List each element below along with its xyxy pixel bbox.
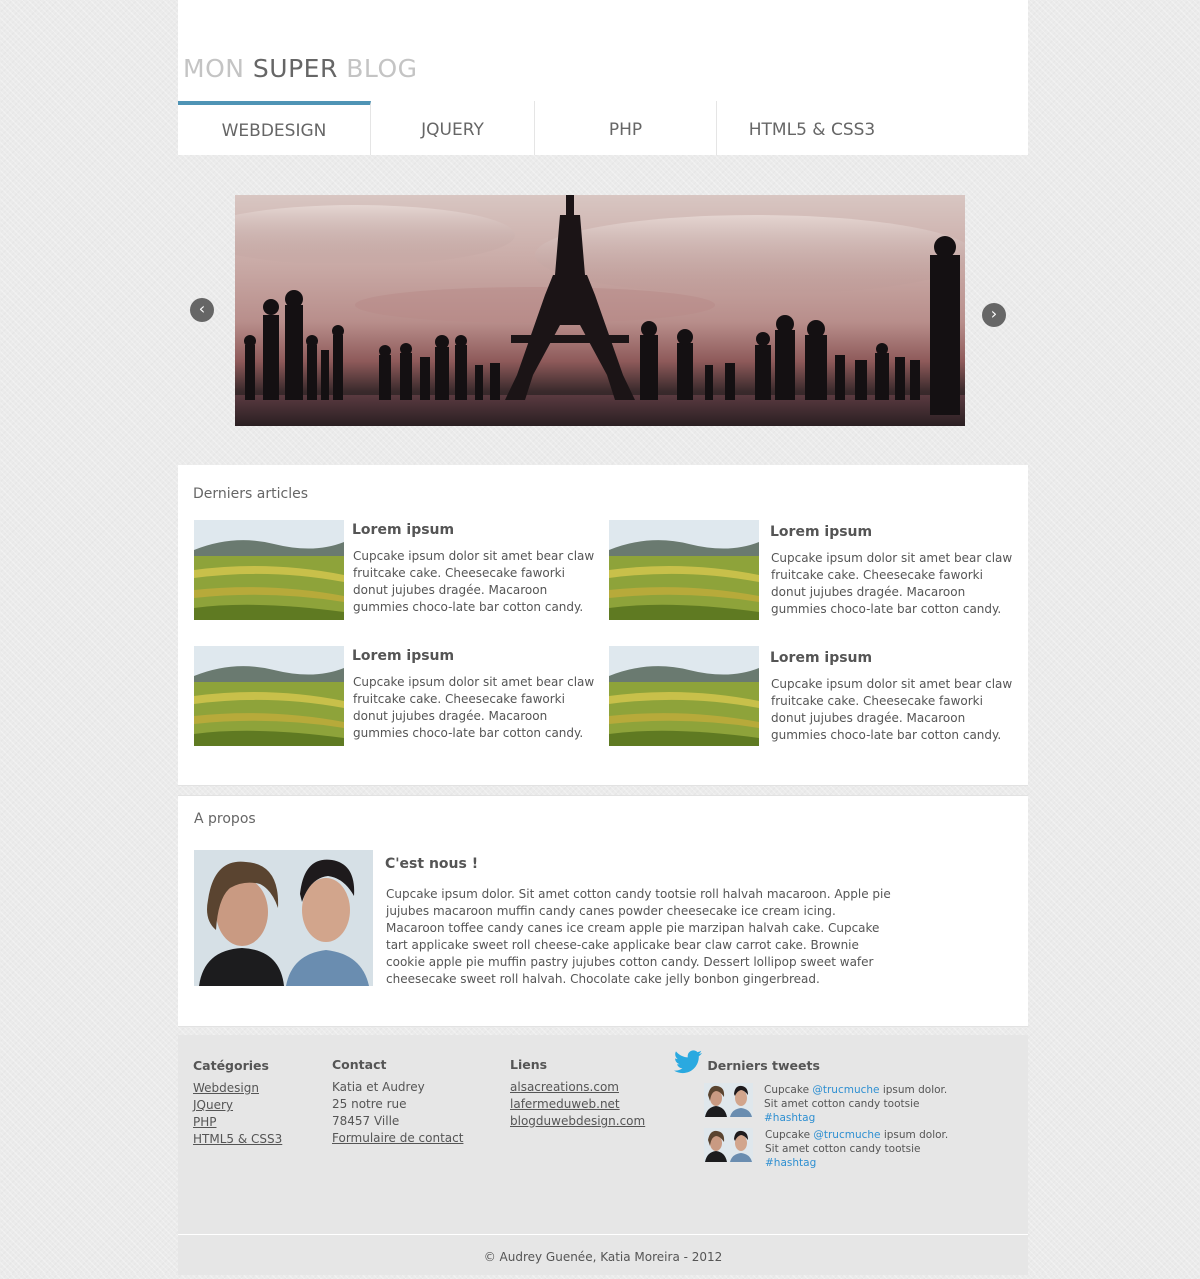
tweet-text-start: Cupcake [764,1084,813,1096]
article-excerpt: Cupcake ipsum dolor sit amet bear claw f… [353,549,595,614]
contact-city: 78457 Ville [332,1114,400,1128]
footer-link-alsacreations[interactable]: alsacreations.com [510,1079,645,1096]
slider-next-button[interactable]: › [982,303,1006,327]
twitter-bird-icon [673,1050,702,1074]
latest-articles-title: Derniers articles [193,486,308,502]
footer-categories-title: Catégories [193,1058,269,1073]
article-excerpt: Cupcake ipsum dolor sit amet bear claw f… [771,551,1013,616]
article-thumbnail[interactable] [194,520,344,620]
tweet-mention-link[interactable]: @trucmuche [813,1129,880,1141]
about-title: A propos [194,811,256,827]
article-card[interactable]: Lorem ipsum Cupcake ipsum dolor sit amet… [609,646,1019,746]
tweet-hashtag-link[interactable]: #hashtag [764,1112,815,1124]
footer-contact-title: Contact [332,1057,387,1072]
copyright: © Audrey Guenée, Katia Moreira - 2012 [178,1234,1028,1275]
tweet-text-start: Cupcake [765,1129,814,1141]
article-title[interactable]: Lorem ipsum [352,648,454,664]
article-excerpt: Cupcake ipsum dolor sit amet bear claw f… [353,675,595,740]
tweet-mention-link[interactable]: @trucmuche [812,1084,879,1096]
footer-link-jquery[interactable]: JQuery [193,1097,282,1114]
nav-item-jquery[interactable]: JQUERY [371,101,535,155]
article-thumbnail[interactable] [194,646,344,746]
footer-links: Liens alsacreations.com lafermeduweb.net… [510,1056,645,1130]
article-thumbnail[interactable] [609,646,759,746]
article-title[interactable]: Lorem ipsum [352,522,454,538]
site-footer: Catégories Webdesign JQuery PHP HTML5 & … [178,1035,1028,1235]
article-card[interactable]: Lorem ipsum Cupcake ipsum dolor sit amet… [194,520,604,620]
footer-contact: Contact Katia et Audrey 25 notre rue 784… [332,1056,463,1147]
logo-part-super: SUPER [252,54,338,83]
article-excerpt: Cupcake ipsum dolor sit amet bear claw f… [771,677,1013,742]
article-card[interactable]: Lorem ipsum Cupcake ipsum dolor sit amet… [194,646,604,746]
nav-item-html5-css3[interactable]: HTML5 & CSS3 [717,101,907,155]
tweet-hashtag-link[interactable]: #hashtag [765,1157,816,1169]
chevron-right-icon: › [990,304,998,323]
contact-street: 25 notre rue [332,1097,407,1111]
contact-name: Katia et Audrey [332,1080,425,1094]
footer-link-html5-css3[interactable]: HTML5 & CSS3 [193,1131,282,1148]
logo-part-blog: BLOG [346,54,418,83]
main-nav: WEBDESIGN JQUERY PHP HTML5 & CSS3 [178,101,1028,155]
about-heading: C'est nous ! [385,856,479,872]
about-text: Cupcake ipsum dolor. Sit amet cotton can… [386,887,891,986]
article-thumbnail[interactable] [609,520,759,620]
contact-form-link[interactable]: Formulaire de contact [332,1130,463,1147]
article-card[interactable]: Lorem ipsum Cupcake ipsum dolor sit amet… [609,520,1019,620]
footer-link-lafermeduweb[interactable]: lafermeduweb.net [510,1096,645,1113]
logo-part-mon: MON [183,54,245,83]
slider-image [235,195,965,426]
tweet-text: Cupcake @trucmuche ipsum dolor. Sit amet… [764,1083,954,1125]
tweet-item: Cupcake @trucmuche ipsum dolor. Sit amet… [704,1128,964,1169]
slider-prev-button[interactable]: ‹ [190,298,214,322]
site-logo[interactable]: MON SUPER BLOG [183,54,418,83]
nav-item-webdesign[interactable]: WEBDESIGN [178,101,371,155]
footer-links-title: Liens [510,1057,548,1072]
tweet-avatar[interactable] [704,1128,753,1162]
latest-tweets-header: Derniers tweets [673,1050,820,1076]
latest-tweets-title: Derniers tweets [707,1058,820,1073]
footer-link-blogduwebdesign[interactable]: blogduwebdesign.com [510,1113,645,1130]
article-title[interactable]: Lorem ipsum [770,650,872,666]
footer-link-php[interactable]: PHP [193,1114,282,1131]
about-section: A propos C'est nous ! Cupcake ipsum dolo… [178,795,1028,1027]
latest-articles-section: Derniers articles Lorem ipsum Cupcake ip… [178,465,1028,786]
tweet-item: Cupcake @trucmuche ipsum dolor. Sit amet… [704,1083,964,1124]
tweet-text: Cupcake @trucmuche ipsum dolor. Sit amet… [765,1128,955,1170]
footer-categories: Catégories Webdesign JQuery PHP HTML5 & … [193,1057,282,1148]
about-photo [194,850,373,986]
nav-item-php[interactable]: PHP [535,101,717,155]
footer-link-webdesign[interactable]: Webdesign [193,1080,282,1097]
site-header: MON SUPER BLOG [178,0,1028,102]
article-title[interactable]: Lorem ipsum [770,524,872,540]
tweet-avatar[interactable] [704,1083,753,1117]
chevron-left-icon: ‹ [198,299,206,318]
